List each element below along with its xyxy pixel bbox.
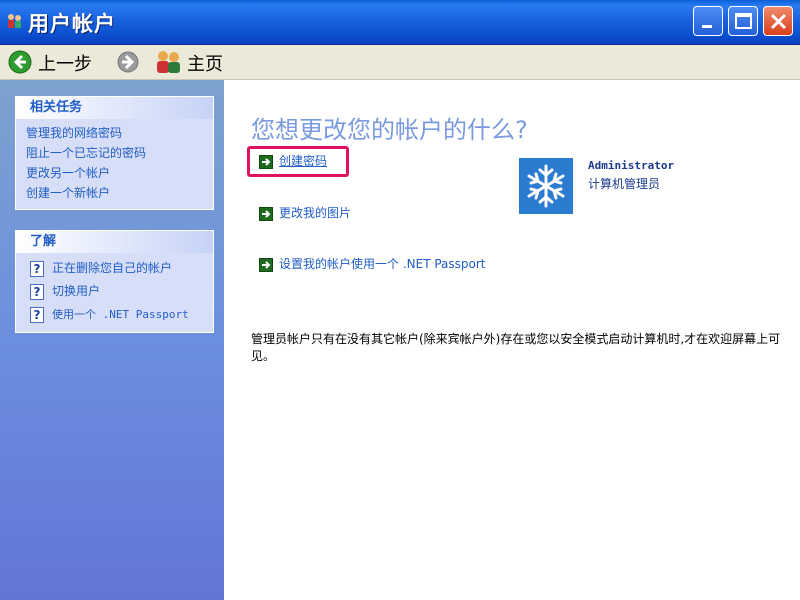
close-button[interactable] xyxy=(763,6,793,36)
help-icon: ? xyxy=(30,283,44,300)
help-icon: ? xyxy=(30,306,44,323)
learn-item-label: 切换用户 xyxy=(52,284,101,298)
sidebar-item-manage-network-passwords[interactable]: 管理我的网络密码 xyxy=(16,123,213,143)
related-tasks-header: 相关任务 xyxy=(16,97,213,119)
option-label: 创建密码 xyxy=(279,154,328,168)
green-arrow-icon xyxy=(259,154,273,169)
learn-panel: 了解 ? 正在删除您自己的帐户 ? 切换用户 ? 使用一个 .NET Passport xyxy=(15,230,214,333)
user-avatar xyxy=(519,158,573,214)
back-button-label[interactable]: 上一步 xyxy=(38,50,92,76)
page-title: 您想更改您的帐户的什么? xyxy=(251,116,528,144)
learn-item-delete-own-account[interactable]: ? 正在删除您自己的帐户 xyxy=(16,257,213,280)
user-role: 计算机管理员 xyxy=(588,177,661,191)
learn-item-label: 使用一个 .NET Passport xyxy=(52,308,189,321)
help-icon: ? xyxy=(30,260,44,277)
green-arrow-icon xyxy=(259,257,273,272)
main-content: 您想更改您的帐户的什么? 创建密码 更改我的图片 设置我的帐户使用一个 .NET… xyxy=(224,80,800,600)
sidebar-item-prevent-forgotten-password[interactable]: 阻止一个已忘记的密码 xyxy=(16,143,213,163)
minimize-button[interactable] xyxy=(693,6,723,36)
admin-visibility-note: 管理员帐户只有在没有其它帐户(除来宾帐户外)存在或您以安全模式启动计算机时,才在… xyxy=(251,332,781,363)
set-up-net-passport-link[interactable]: 设置我的帐户使用一个 .NET Passport xyxy=(259,255,486,272)
home-button-label[interactable]: 主页 xyxy=(187,50,223,76)
toolbar: 上一步 主页 xyxy=(0,45,800,80)
snowflake-icon xyxy=(527,164,565,208)
option-label: 设置我的帐户使用一个 .NET Passport xyxy=(279,257,486,271)
change-picture-link[interactable]: 更改我的图片 xyxy=(259,204,351,221)
forward-arrow-icon[interactable] xyxy=(117,51,139,76)
window-title: 用户帐户 xyxy=(28,12,116,36)
create-password-link[interactable]: 创建密码 xyxy=(259,152,327,169)
sidebar-item-create-new-account[interactable]: 创建一个新帐户 xyxy=(16,183,213,203)
sidebar: 相关任务 管理我的网络密码 阻止一个已忘记的密码 更改另一个帐户 创建一个新帐户… xyxy=(0,80,224,600)
green-arrow-icon xyxy=(259,206,273,221)
learn-item-label: 正在删除您自己的帐户 xyxy=(52,261,173,275)
back-arrow-icon[interactable] xyxy=(8,50,32,77)
learn-item-switch-users[interactable]: ? 切换用户 xyxy=(16,280,213,303)
title-bar[interactable]: 用户帐户 xyxy=(0,0,800,45)
learn-item-use-net-passport[interactable]: ? 使用一个 .NET Passport xyxy=(16,303,213,326)
users-icon xyxy=(6,12,24,30)
option-label: 更改我的图片 xyxy=(279,206,352,220)
learn-header: 了解 xyxy=(16,231,213,253)
maximize-button[interactable] xyxy=(728,6,758,36)
sidebar-item-change-another-account[interactable]: 更改另一个帐户 xyxy=(16,163,213,183)
related-tasks-panel: 相关任务 管理我的网络密码 阻止一个已忘记的密码 更改另一个帐户 创建一个新帐户 xyxy=(15,96,214,210)
user-name: Administrator xyxy=(588,159,675,172)
home-users-icon[interactable] xyxy=(155,49,183,78)
